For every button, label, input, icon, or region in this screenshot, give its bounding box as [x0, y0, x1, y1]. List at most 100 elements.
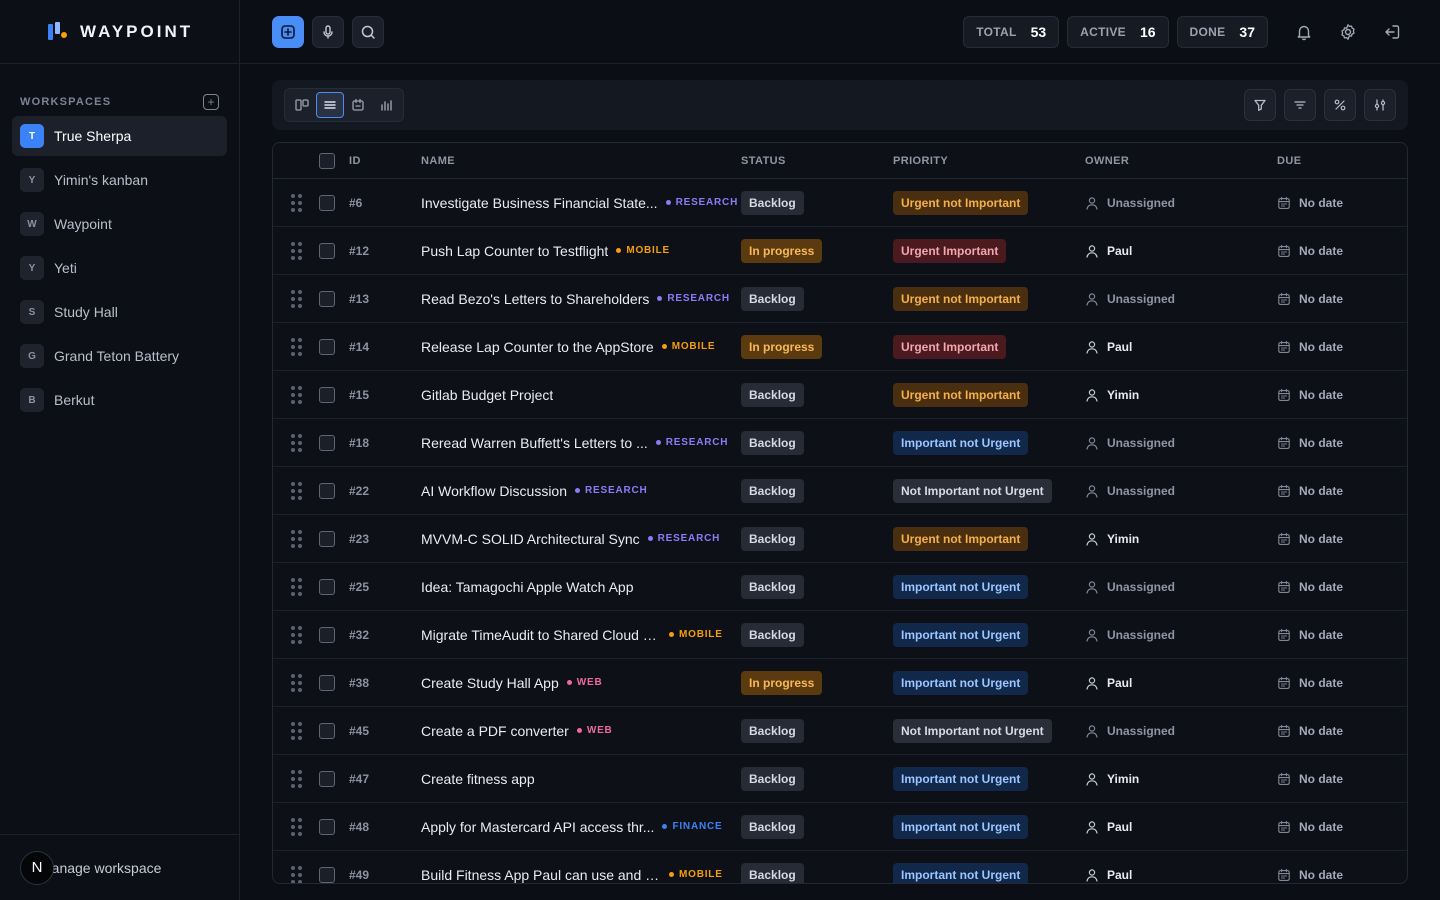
task-name-cell[interactable]: Read Bezo's Letters to Shareholders RESEA…	[421, 291, 741, 307]
table-row[interactable]: #13 Read Bezo's Letters to Shareholders RE…	[273, 275, 1407, 323]
due-cell[interactable]: No date	[1277, 196, 1407, 210]
owner-cell[interactable]: Unassigned	[1085, 292, 1277, 306]
status-badge[interactable]: Backlog	[741, 574, 804, 599]
owner-cell[interactable]: Paul	[1085, 340, 1277, 354]
drag-handle[interactable]	[273, 481, 319, 500]
task-name-cell[interactable]: Release Lap Counter to the AppStore MOBIL…	[421, 339, 741, 355]
row-checkbox[interactable]	[319, 578, 335, 595]
chart-view-button[interactable]	[372, 92, 400, 118]
owner-cell[interactable]: Yimin	[1085, 388, 1277, 402]
task-name[interactable]: Read Bezo's Letters to Shareholders	[421, 291, 649, 307]
task-name[interactable]: Apply for Mastercard API access thr...	[421, 819, 654, 835]
task-name-cell[interactable]: Create fitness app	[421, 771, 741, 787]
table-row[interactable]: #22 AI Workflow Discussion RESEARCH Backlog…	[273, 467, 1407, 515]
column-due[interactable]: DUE	[1277, 155, 1407, 167]
priority-badge[interactable]: Urgent not Important	[893, 190, 1029, 215]
owner-cell[interactable]: Yimin	[1085, 772, 1277, 786]
status-badge[interactable]: Backlog	[741, 190, 804, 215]
priority-badge[interactable]: Important not Urgent	[893, 766, 1029, 791]
status-badge[interactable]: Backlog	[741, 478, 804, 503]
column-name[interactable]: NAME	[421, 155, 741, 167]
task-name[interactable]: Release Lap Counter to the AppStore	[421, 339, 654, 355]
due-cell[interactable]: No date	[1277, 484, 1407, 498]
table-row[interactable]: #32 Migrate TimeAudit to Shared Cloud D..…	[273, 611, 1407, 659]
table-row[interactable]: #18 Reread Warren Buffett's Letters to ..…	[273, 419, 1407, 467]
list-view-button[interactable]	[316, 92, 344, 118]
task-name-cell[interactable]: Idea: Tamagochi Apple Watch App	[421, 579, 741, 595]
drag-handle[interactable]	[273, 289, 319, 308]
drag-handle[interactable]	[273, 337, 319, 356]
task-name[interactable]: Create fitness app	[421, 771, 535, 787]
row-checkbox[interactable]	[319, 818, 335, 835]
add-workspace-icon[interactable]: +	[203, 94, 219, 110]
task-name-cell[interactable]: Reread Warren Buffett's Letters to ... RE…	[421, 435, 741, 451]
drag-handle[interactable]	[273, 193, 319, 212]
sort-button[interactable]	[1284, 89, 1316, 121]
owner-cell[interactable]: Unassigned	[1085, 196, 1277, 210]
due-cell[interactable]: No date	[1277, 244, 1407, 258]
task-name[interactable]: Reread Warren Buffett's Letters to ...	[421, 435, 648, 451]
drag-handle[interactable]	[273, 673, 319, 692]
table-row[interactable]: #12 Push Lap Counter to Testflight MOBILE I…	[273, 227, 1407, 275]
table-row[interactable]: #48 Apply for Mastercard API access thr..…	[273, 803, 1407, 851]
settings-button[interactable]	[1332, 16, 1364, 48]
task-name[interactable]: Investigate Business Financial State...	[421, 195, 658, 211]
table-row[interactable]: #23 MVVM-C SOLID Architectural Sync RESEAR…	[273, 515, 1407, 563]
column-owner[interactable]: OWNER	[1085, 155, 1277, 167]
priority-badge[interactable]: Not Important not Urgent	[893, 478, 1052, 503]
owner-cell[interactable]: Paul	[1085, 820, 1277, 834]
column-id[interactable]: ID	[349, 155, 421, 167]
owner-cell[interactable]: Paul	[1085, 244, 1277, 258]
filter-button[interactable]	[1244, 89, 1276, 121]
row-checkbox[interactable]	[319, 482, 335, 499]
task-name-cell[interactable]: AI Workflow Discussion RESEARCH	[421, 483, 741, 499]
voice-input-button[interactable]	[312, 15, 344, 48]
status-badge[interactable]: Backlog	[741, 814, 804, 839]
status-badge[interactable]: Backlog	[741, 862, 804, 883]
row-checkbox[interactable]	[319, 626, 335, 643]
task-name-cell[interactable]: Build Fitness App Paul can use and pr...…	[421, 867, 741, 883]
table-row[interactable]: #25 Idea: Tamagochi Apple Watch App Backlo…	[273, 563, 1407, 611]
search-button[interactable]	[352, 15, 384, 48]
sidebar-item-berkut[interactable]: B Berkut	[12, 380, 227, 420]
row-checkbox[interactable]	[319, 338, 335, 355]
task-name-cell[interactable]: Push Lap Counter to Testflight MOBILE	[421, 243, 741, 259]
table-row[interactable]: #6 Investigate Business Financial State..…	[273, 179, 1407, 227]
row-checkbox[interactable]	[319, 242, 335, 259]
priority-badge[interactable]: Urgent not Important	[893, 286, 1029, 311]
owner-cell[interactable]: Unassigned	[1085, 580, 1277, 594]
sidebar-item-waypoint[interactable]: W Waypoint	[12, 204, 227, 244]
board-view-button[interactable]	[288, 92, 316, 118]
owner-cell[interactable]: Yimin	[1085, 532, 1277, 546]
column-priority[interactable]: PRIORITY	[893, 155, 1085, 167]
task-name[interactable]: AI Workflow Discussion	[421, 483, 567, 499]
priority-badge[interactable]: Important not Urgent	[893, 574, 1029, 599]
task-name[interactable]: Push Lap Counter to Testflight	[421, 243, 608, 259]
task-name[interactable]: Create Study Hall App	[421, 675, 559, 691]
drag-handle[interactable]	[273, 865, 319, 883]
priority-badge[interactable]: Not Important not Urgent	[893, 718, 1052, 743]
due-cell[interactable]: No date	[1277, 724, 1407, 738]
due-cell[interactable]: No date	[1277, 772, 1407, 786]
due-cell[interactable]: No date	[1277, 388, 1407, 402]
status-badge[interactable]: In progress	[741, 670, 823, 695]
row-checkbox[interactable]	[319, 434, 335, 451]
task-name-cell[interactable]: MVVM-C SOLID Architectural Sync RESEARCH	[421, 531, 741, 547]
drag-handle[interactable]	[273, 721, 319, 740]
select-all-checkbox[interactable]	[319, 152, 335, 169]
priority-badge[interactable]: Important not Urgent	[893, 862, 1029, 883]
task-name-cell[interactable]: Migrate TimeAudit to Shared Cloud D... MO…	[421, 627, 741, 643]
priority-badge[interactable]: Important not Urgent	[893, 430, 1029, 455]
table-row[interactable]: #14 Release Lap Counter to the AppStore MO…	[273, 323, 1407, 371]
row-checkbox[interactable]	[319, 866, 335, 883]
row-checkbox[interactable]	[319, 194, 335, 211]
owner-cell[interactable]: Paul	[1085, 868, 1277, 882]
drag-handle[interactable]	[273, 577, 319, 596]
table-row[interactable]: #45 Create a PDF converter WEB Backlog Not I…	[273, 707, 1407, 755]
table-row[interactable]: #47 Create fitness app Backlog Important no…	[273, 755, 1407, 803]
drag-handle[interactable]	[273, 625, 319, 644]
row-checkbox[interactable]	[319, 674, 335, 691]
drag-handle[interactable]	[273, 769, 319, 788]
task-name-cell[interactable]: Investigate Business Financial State... R…	[421, 195, 741, 211]
task-name[interactable]: Create a PDF converter	[421, 723, 569, 739]
